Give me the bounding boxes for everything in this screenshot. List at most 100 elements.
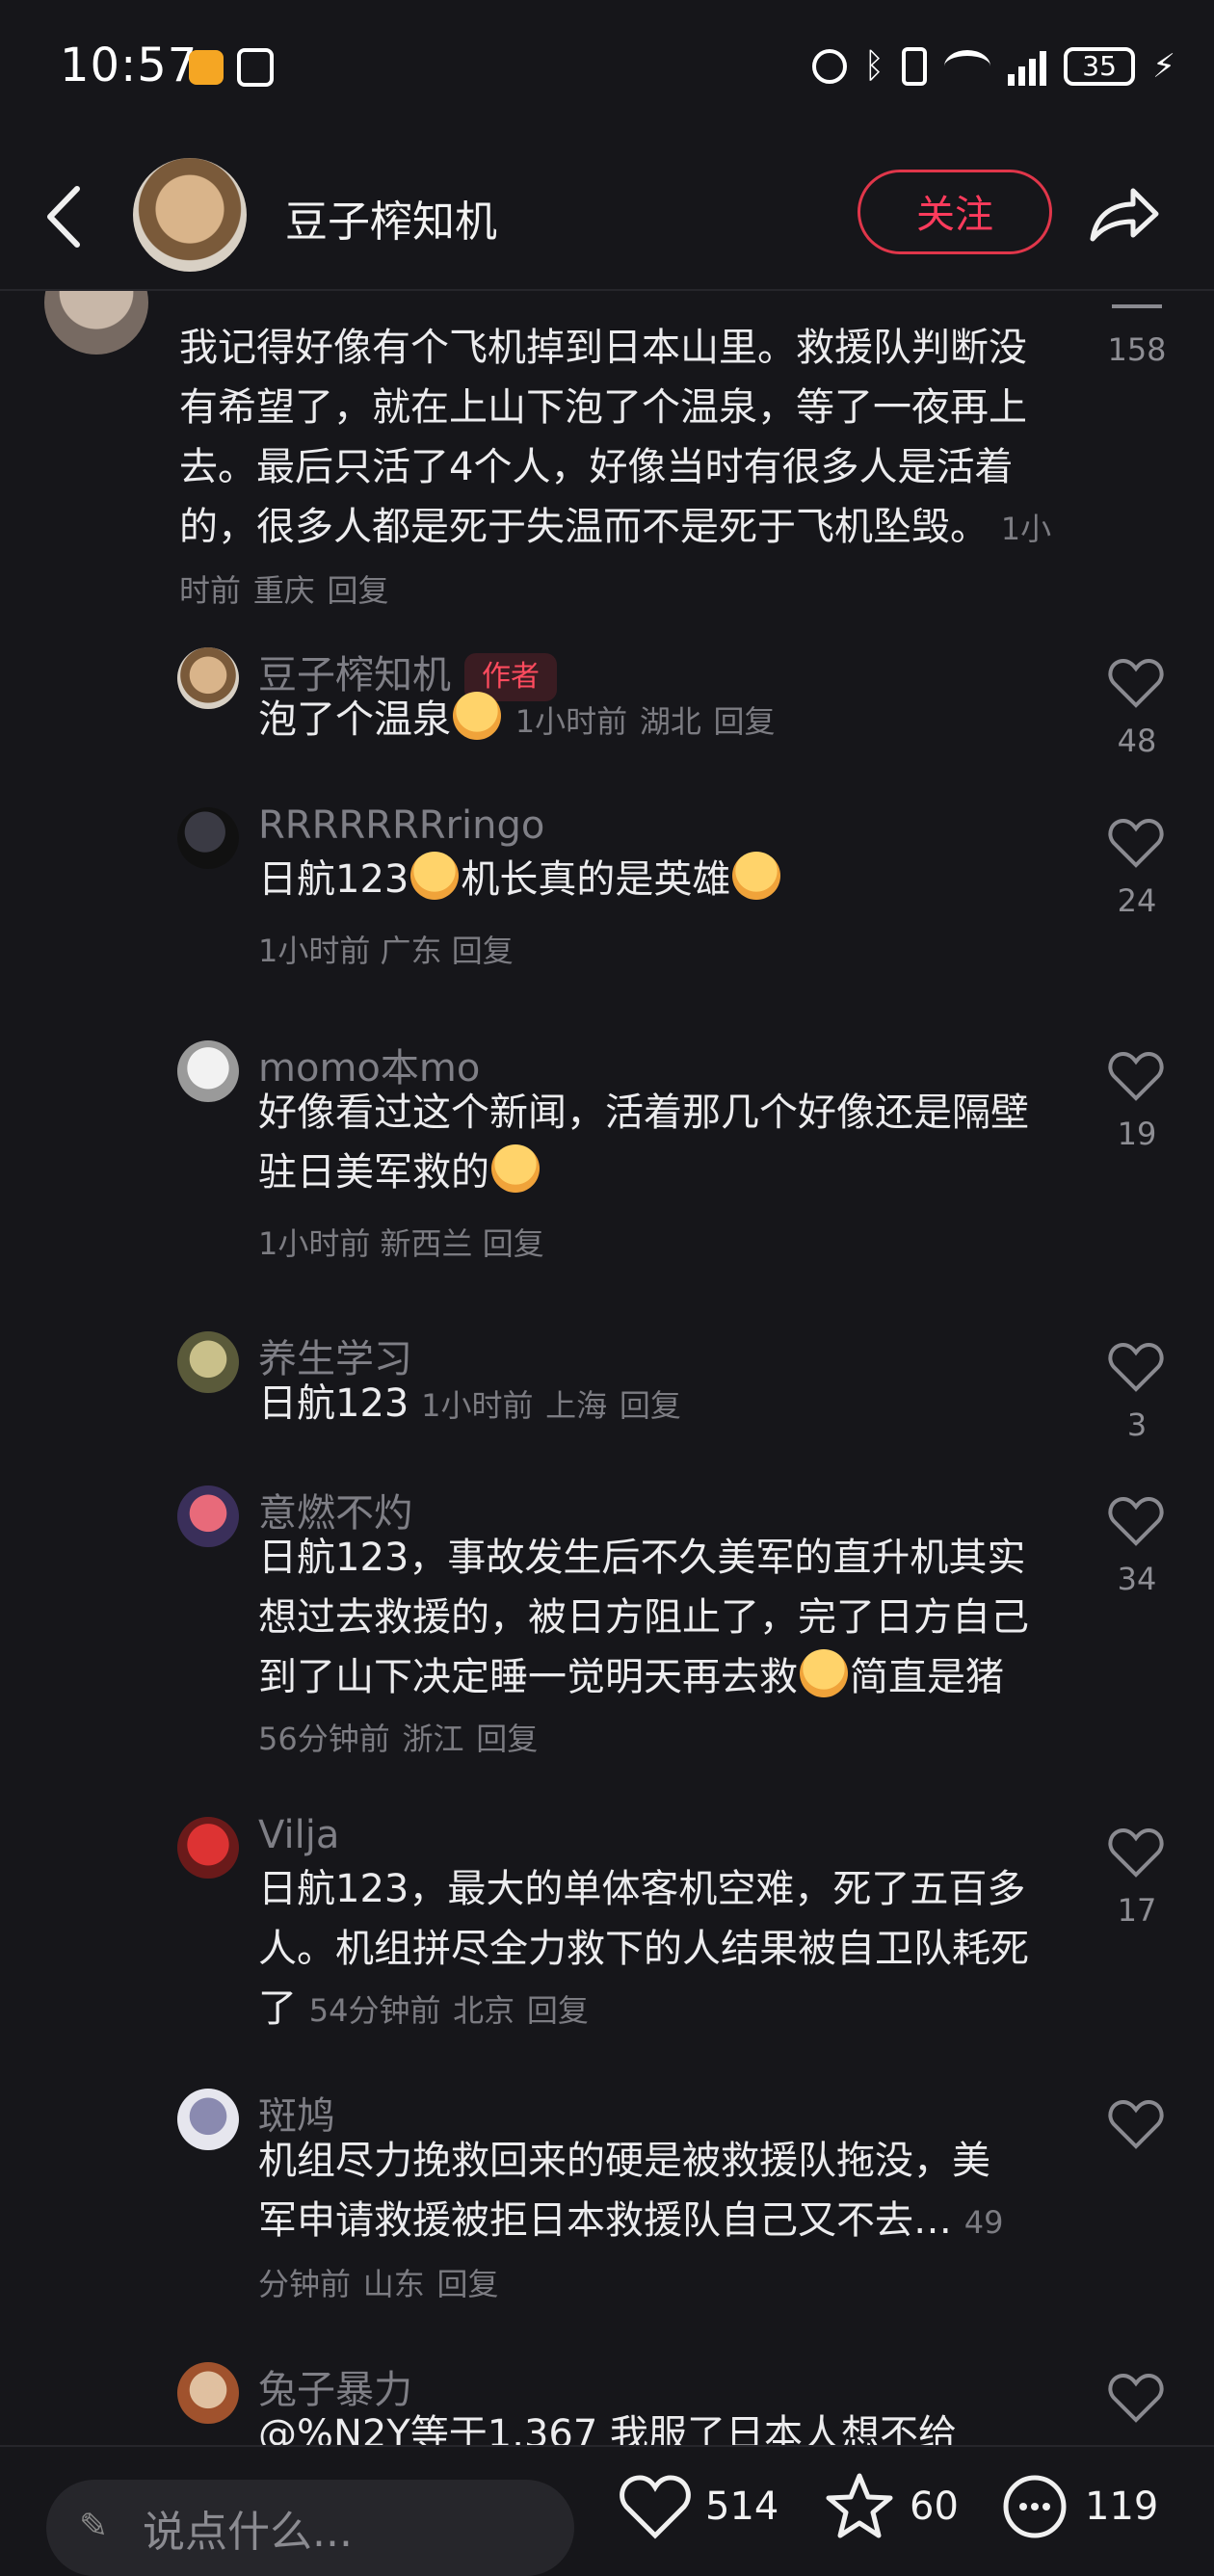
sob-emoji-icon [410, 852, 460, 900]
comment-body: 我记得好像有个飞机掉到日本山里。救援队判断没有希望了，就在上山下泡了个温泉，等了… [179, 326, 1027, 549]
reply-avatar[interactable] [177, 1485, 239, 1547]
reply-button[interactable]: 回复 [327, 572, 388, 609]
comment-total: 119 [1085, 2484, 1159, 2529]
reply-time: 1小时前 [515, 703, 628, 740]
alarm-icon [811, 48, 847, 84]
comment-button[interactable]: 119 [996, 2468, 1158, 2545]
comment-text: 我记得好像有个飞机掉到日本山里。救援队判断没有希望了，就在上山下泡了个温泉，等了… [179, 318, 1056, 620]
reply-button[interactable]: 回复 [483, 1225, 544, 1262]
reply-text: 机组尽力挽救回来的硬是被救援队拖没，美军申请救援被拒日本救援队自己又不去… 49… [258, 2131, 1019, 2314]
star-icon [826, 2473, 893, 2538]
like-button[interactable]: 514 [617, 2468, 779, 2545]
reply-body: 日航123 [258, 1381, 409, 1426]
heart-icon[interactable] [1108, 1495, 1164, 1547]
vibrate-icon [902, 46, 928, 86]
heart-icon[interactable] [1112, 289, 1162, 308]
reply-button[interactable]: 回复 [476, 1721, 538, 1757]
reply-avatar[interactable] [177, 2362, 239, 2424]
reply-text: 日航123，最大的单体客机空难，死了五百多人。机组拼尽全力救下的人结果被自卫队耗… [258, 1859, 1048, 2040]
reply-meta: 1小时前 新西兰 回复 [258, 1220, 544, 1264]
reply-body-cont: 机长真的是英雄 [461, 857, 731, 902]
reply-button[interactable]: 回复 [436, 2266, 498, 2302]
sob-emoji-icon [732, 852, 781, 900]
reply-time: 1小时前 [258, 933, 371, 969]
reply-avatar[interactable] [177, 1040, 239, 1102]
heart-icon[interactable] [1108, 2098, 1164, 2150]
reply-location: 上海 [545, 1387, 608, 1424]
pencil-icon: ✎ [79, 2507, 109, 2546]
like-total: 514 [705, 2484, 779, 2529]
reply-text: 好像看过这个新闻，活着那几个好像还是隔壁驻日美军救的 [258, 1083, 1048, 1202]
reply-text: 泡了个温泉 1小时前 湖北 回复 [258, 690, 1048, 751]
reply-button[interactable]: 回复 [620, 1387, 681, 1424]
crying-emoji-icon [453, 692, 501, 740]
heart-icon[interactable] [1108, 817, 1164, 869]
reply-time: 54分钟前 [308, 1992, 441, 2029]
bluetooth-icon: ᛒ [863, 46, 885, 86]
comment-avatar[interactable] [44, 289, 148, 355]
comment-list[interactable]: 158 我记得好像有个飞机掉到日本山里。救援队判断没有希望了，就在上山下泡了个温… [0, 289, 1214, 2445]
crying-emoji-icon [491, 1144, 540, 1193]
reply-location: 新西兰 [380, 1225, 473, 1262]
reply-time: 1小时前 [421, 1387, 534, 1424]
reply-button[interactable]: 回复 [714, 703, 776, 740]
reply-avatar[interactable] [177, 2089, 239, 2150]
reply-body: 机组尽力挽救回来的硬是被救援队拖没，美军申请救援被拒日本救援队自己又不去… [258, 2139, 990, 2243]
reply-location: 山东 [362, 2266, 425, 2302]
reply-body-cont: 简直是猪 [850, 1655, 1004, 1699]
reply-time: 56分钟前 [258, 1721, 390, 1757]
reply-author-name[interactable]: RRRRRRRringo [258, 803, 544, 848]
heart-icon[interactable] [1108, 1050, 1164, 1102]
chevron-left-icon[interactable] [42, 183, 85, 248]
reply-meta: 1小时前 广东 回复 [258, 927, 514, 971]
favorite-total: 60 [910, 2484, 959, 2529]
reply-avatar[interactable] [177, 1331, 239, 1393]
comment-input[interactable]: ✎ 说点什么... [46, 2480, 574, 2576]
like-count: 48 [1117, 723, 1157, 759]
reply-text: @%N2Y等于1.367 我服了日本人想不给 [258, 2412, 958, 2445]
like-count: 17 [1117, 1892, 1157, 1929]
heart-icon[interactable] [1108, 2372, 1164, 2424]
reply-button[interactable]: 回复 [527, 1992, 589, 2029]
author-avatar[interactable] [133, 158, 247, 272]
like-count: 158 [1107, 331, 1167, 368]
reply-location: 北京 [453, 1992, 515, 2029]
bottom-action-bar: ✎ 说点什么... 514 60 119 [0, 2445, 1214, 2576]
header-divider [0, 289, 1214, 291]
charging-icon: ⚡ [1152, 46, 1175, 86]
status-bar: 10:57 ᛒ 35 ⚡ [0, 0, 1214, 145]
nfc-icon [237, 48, 274, 87]
author-name[interactable]: 豆子榨知机 [285, 187, 497, 249]
comment-location: 重庆 [252, 572, 315, 609]
comment-input-placeholder: 说点什么... [143, 2508, 353, 2557]
status-time: 10:57 [60, 39, 198, 92]
reply-text: 日航123 1小时前 上海 回复 [258, 1374, 1048, 1435]
reply-text: 日航123 机长真的是英雄 [258, 850, 1048, 909]
reply-time: 1小时前 [258, 1225, 371, 1262]
like-count: 19 [1117, 1116, 1157, 1152]
reply-location: 湖北 [639, 703, 701, 740]
heart-icon[interactable] [1108, 1827, 1164, 1879]
share-arrow-icon[interactable] [1085, 179, 1162, 247]
favorite-button[interactable]: 60 [821, 2468, 959, 2545]
reply-avatar[interactable] [177, 807, 239, 869]
status-icons: ᛒ 35 ⚡ [811, 46, 1175, 86]
battery-icon: 35 [1064, 46, 1136, 86]
angry-emoji-icon [800, 1649, 848, 1697]
like-count: 24 [1117, 882, 1157, 919]
reply-button[interactable]: 回复 [452, 933, 514, 969]
reply-text: 日航123，事故发生后不久美军的直升机其实想过去救援的，被日方阻止了，完了日方自… [258, 1528, 1048, 1769]
follow-button[interactable]: 关注 [858, 170, 1052, 254]
heart-icon[interactable] [1108, 657, 1164, 709]
heart-icon[interactable] [1108, 1341, 1164, 1393]
reply-author-name[interactable]: Vilja [258, 1813, 339, 1857]
like-count: 34 [1117, 1561, 1157, 1597]
reply-avatar[interactable] [177, 647, 239, 709]
heart-icon [620, 2475, 691, 2539]
reply-avatar[interactable] [177, 1817, 239, 1879]
reply-body: 日航123 [258, 857, 409, 902]
reply-location: 浙江 [402, 1721, 464, 1757]
signal-icon [1008, 47, 1047, 86]
reply-location: 广东 [380, 933, 442, 969]
reply-body: 好像看过这个新闻，活着那几个好像还是隔壁驻日美军救的 [258, 1091, 1029, 1195]
